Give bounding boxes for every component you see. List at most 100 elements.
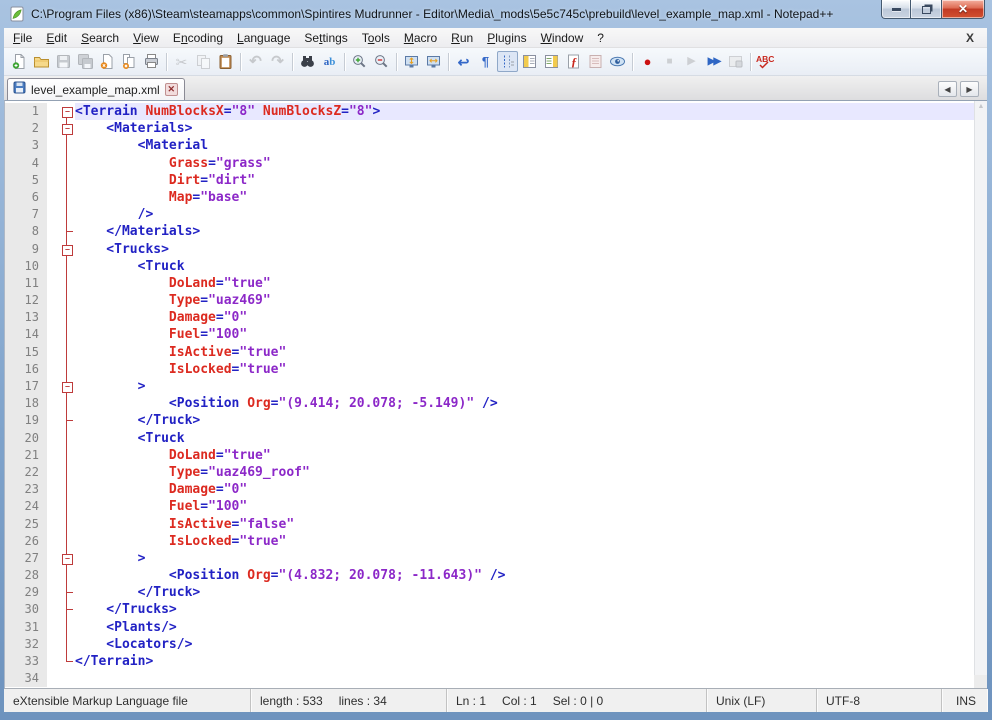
bookmark-margin[interactable] xyxy=(47,515,59,533)
code-line[interactable]: 32 <Locators/> xyxy=(5,635,974,654)
menu-item-run[interactable]: Run xyxy=(444,29,480,47)
code-line[interactable]: 24 Fuel="100" xyxy=(5,498,974,516)
code-line[interactable]: 26 IsLocked="true" xyxy=(5,532,974,551)
close-document-x-button[interactable]: X xyxy=(963,31,977,45)
code-line[interactable]: 15 IsActive="true" xyxy=(5,343,974,362)
close-button[interactable]: ✕ xyxy=(941,0,985,19)
code-line[interactable]: 4 Grass="grass" xyxy=(5,154,974,172)
close-file-button[interactable] xyxy=(97,51,118,72)
bookmark-margin[interactable] xyxy=(47,395,59,413)
menu-item-file[interactable]: File xyxy=(6,29,39,47)
menu-item-search[interactable]: Search xyxy=(74,29,126,47)
zoom-out-button[interactable] xyxy=(371,51,392,72)
vertical-scrollbar[interactable]: ▲ ▼ xyxy=(974,101,987,688)
bookmark-margin[interactable] xyxy=(47,549,59,568)
bookmark-margin[interactable] xyxy=(47,137,59,155)
menu-item-window[interactable]: Window xyxy=(534,29,591,47)
bookmark-margin[interactable] xyxy=(47,446,59,464)
save-recorded-macro-button[interactable] xyxy=(725,51,746,72)
bookmark-margin[interactable] xyxy=(47,635,59,653)
print-button[interactable] xyxy=(141,51,162,72)
code-line[interactable]: 16 IsLocked="true" xyxy=(5,360,974,379)
menu-item-macro[interactable]: Macro xyxy=(397,29,444,47)
code-line[interactable]: 7 /> xyxy=(5,206,974,224)
fold-collapse-icon[interactable] xyxy=(59,240,75,258)
sync-scroll-horizontal-button[interactable] xyxy=(423,51,444,72)
undo-button[interactable]: ↶ xyxy=(245,51,266,72)
bookmark-margin[interactable] xyxy=(47,618,59,636)
code-line[interactable]: 12 Type="uaz469" xyxy=(5,292,974,310)
run-macro-multiple-times-button[interactable]: ▶▶ xyxy=(703,51,724,72)
bookmark-margin[interactable] xyxy=(47,532,59,550)
bookmark-margin[interactable] xyxy=(47,584,59,602)
close-all-button[interactable] xyxy=(119,51,140,72)
menu-item-settings[interactable]: Settings xyxy=(297,29,354,47)
fold-collapse-icon[interactable] xyxy=(59,120,75,138)
code-line[interactable]: 8 </Materials> xyxy=(5,223,974,241)
bookmark-margin[interactable] xyxy=(47,309,59,327)
code-line[interactable]: 28 <Position Org="(4.832; 20.078; -11.64… xyxy=(5,567,974,585)
folder-as-workspace-button[interactable] xyxy=(585,51,606,72)
code-line[interactable]: 27 > xyxy=(5,549,974,568)
paste-button[interactable] xyxy=(215,51,236,72)
tab-close-icon[interactable]: ✕ xyxy=(164,83,178,96)
find-button[interactable] xyxy=(297,51,318,72)
code-line[interactable]: 34 xyxy=(5,670,974,688)
menu-item-help[interactable]: ? xyxy=(590,29,611,47)
new-file-button[interactable] xyxy=(9,51,30,72)
code-line[interactable]: 29 </Truck> xyxy=(5,584,974,602)
bookmark-margin[interactable] xyxy=(47,498,59,516)
editor-area[interactable]: 1 <Terrain NumBlocksX="8" NumBlocksZ="8">… xyxy=(4,100,987,688)
code-line[interactable]: 31 <Plants/> xyxy=(5,618,974,637)
code-line[interactable]: 25 IsActive="false" xyxy=(5,515,974,533)
function-list-button[interactable]: ƒ xyxy=(563,51,584,72)
code-line[interactable]: 22 Type="uaz469_roof" xyxy=(5,463,974,482)
code-line[interactable]: 10 <Truck xyxy=(5,257,974,276)
bookmark-margin[interactable] xyxy=(47,343,59,361)
cut-button[interactable]: ✂ xyxy=(171,51,192,72)
bookmark-margin[interactable] xyxy=(47,429,59,447)
bookmark-margin[interactable] xyxy=(47,653,59,671)
bookmark-margin[interactable] xyxy=(47,188,59,207)
sync-scroll-vertical-button[interactable] xyxy=(401,51,422,72)
fold-collapse-icon[interactable] xyxy=(59,103,75,121)
code-line[interactable]: 1 <Terrain NumBlocksX="8" NumBlocksZ="8"> xyxy=(5,103,974,121)
copy-button[interactable] xyxy=(193,51,214,72)
bookmark-margin[interactable] xyxy=(47,274,59,293)
code-line[interactable]: 2 <Materials> xyxy=(5,120,974,138)
code-line[interactable]: 14 Fuel="100" xyxy=(5,326,974,344)
menu-item-plugins[interactable]: Plugins xyxy=(480,29,533,47)
show-all-characters-button[interactable]: ¶ xyxy=(475,51,496,72)
code-line[interactable]: 6 Map="base" xyxy=(5,188,974,207)
code-line[interactable]: 17 > xyxy=(5,378,974,396)
tab-level-example-map[interactable]: level_example_map.xml ✕ xyxy=(7,78,185,100)
fold-collapse-icon[interactable] xyxy=(59,549,75,568)
menu-item-view[interactable]: View xyxy=(126,29,166,47)
restore-button[interactable] xyxy=(911,0,941,19)
bookmark-margin[interactable] xyxy=(47,378,59,396)
code-line[interactable]: 13 Damage="0" xyxy=(5,309,974,327)
monitoring-button[interactable] xyxy=(607,51,628,72)
code-line[interactable]: 21 DoLand="true" xyxy=(5,446,974,465)
code-line[interactable]: 30 </Trucks> xyxy=(5,601,974,619)
bookmark-margin[interactable] xyxy=(47,240,59,258)
bookmark-margin[interactable] xyxy=(47,601,59,619)
bookmark-margin[interactable] xyxy=(47,257,59,275)
menu-item-tools[interactable]: Tools xyxy=(355,29,397,47)
menu-item-encoding[interactable]: Encoding xyxy=(166,29,230,47)
replace-button[interactable]: ab xyxy=(319,51,340,72)
bookmark-margin[interactable] xyxy=(47,171,59,189)
code-line[interactable]: 5 Dirt="dirt" xyxy=(5,171,974,190)
document-map-button[interactable] xyxy=(519,51,540,72)
document-list-button[interactable] xyxy=(541,51,562,72)
tab-scroll-right-button[interactable]: ▶ xyxy=(960,81,979,97)
save-all-button[interactable] xyxy=(75,51,96,72)
bookmark-margin[interactable] xyxy=(47,292,59,310)
tab-scroll-left-button[interactable]: ◀ xyxy=(938,81,957,97)
redo-button[interactable]: ↷ xyxy=(267,51,288,72)
save-file-button[interactable] xyxy=(53,51,74,72)
show-indent-guide-button[interactable] xyxy=(497,51,518,72)
start-recording-macro-button[interactable]: ● xyxy=(637,51,658,72)
code-line[interactable]: 9 <Trucks> xyxy=(5,240,974,258)
spell-check-button[interactable]: ABC xyxy=(755,51,776,72)
